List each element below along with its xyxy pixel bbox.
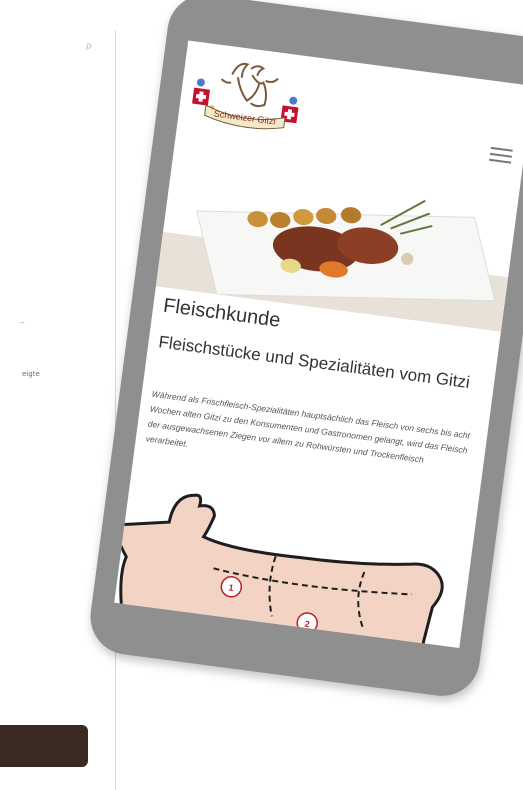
background-browser-window — [0, 30, 116, 790]
phone-screen: Schweizer Gitzi Fleischkunde Fleischstüc… — [114, 40, 523, 649]
phone-mockup: Schweizer Gitzi Fleischkunde Fleischstüc… — [85, 0, 523, 701]
search-icon[interactable]: ⌕ — [85, 38, 93, 54]
schweizer-gitzi-logo[interactable]: Schweizer Gitzi — [185, 47, 309, 141]
hamburger-menu-icon[interactable] — [489, 143, 514, 168]
background-divider: – — [20, 318, 25, 328]
section-heading: Fleischstücke und Spezialitäten vom Gitz… — [157, 332, 471, 393]
background-snippet-text: eigte — [22, 370, 40, 378]
background-dark-button[interactable] — [0, 725, 88, 767]
intro-paragraph: Während als Frischfleisch-Spezialitäten … — [145, 388, 471, 465]
goat-cuts-diagram: 1 2 — [114, 493, 444, 649]
